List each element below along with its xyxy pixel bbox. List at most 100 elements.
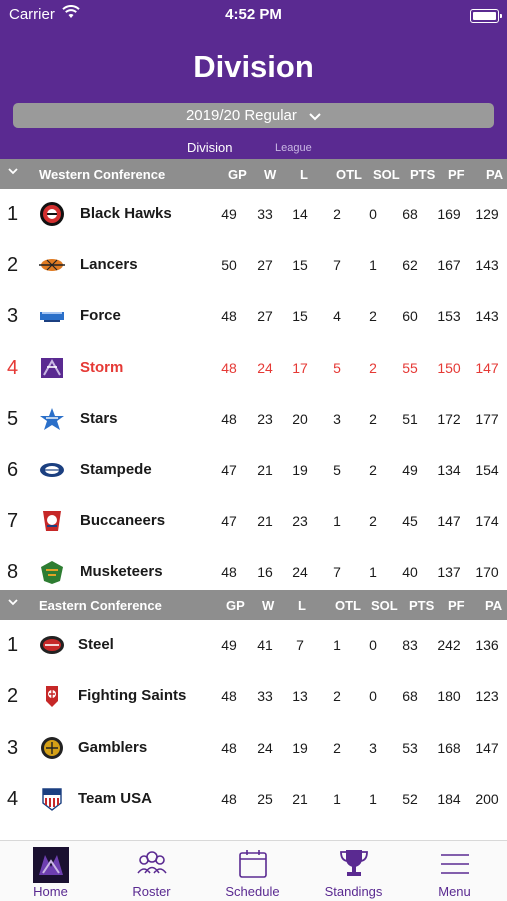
section-title: Western Conference [39,167,166,182]
column-header-sol: SOL [373,167,400,182]
stat-l: 13 [292,688,308,705]
status-bar: Carrier 4:52 PM [0,4,507,26]
rank-number: 6 [7,459,19,481]
standings-row[interactable]: 1 Black Hawks 49 33 14 2 0 68 169 129 [0,189,507,240]
standings-row[interactable]: 2 Lancers 50 27 15 7 1 62 167 143 [0,240,507,291]
section-header-eastern[interactable]: Eastern Conference GP W L OTL SOL PTS PF… [0,590,507,620]
stat-pf: 150 [437,359,461,376]
stat-gp: 47 [221,513,237,530]
nav-standings[interactable]: Standings [303,841,404,901]
stat-l: 7 [296,637,304,653]
stat-otl: 2 [333,688,341,705]
standings-row[interactable]: 2 Fighting Saints 48 33 13 2 0 68 180 123 [0,671,507,722]
standings-row[interactable]: 1 Steel 49 41 7 1 0 83 242 136 [0,620,507,671]
stat-pts: 83 [402,637,418,653]
stat-sol: 2 [369,308,377,325]
standings-row[interactable]: 6 Stampede 47 21 19 5 2 49 134 154 [0,445,507,496]
column-header-pts: PTS [409,598,435,613]
home-logo-icon [33,847,69,883]
stat-pa: 136 [475,637,499,653]
column-header-w: W [264,167,277,182]
stat-sol: 3 [369,739,377,756]
standings-row[interactable]: 7 Buccaneers 47 21 23 1 2 45 147 174 [0,496,507,547]
chevron-down-icon [7,165,19,180]
standings-row[interactable]: 4 Team USA 48 25 21 1 1 52 184 200 [0,774,507,825]
stat-otl: 1 [333,790,341,807]
stat-pf: 167 [437,257,461,274]
stat-gp: 49 [221,206,237,222]
stars-logo [38,406,66,432]
standings-row[interactable]: 3 Force 48 27 15 4 2 60 153 143 [0,291,507,342]
team-usa-logo [38,786,66,812]
stat-l: 19 [292,462,308,478]
rank-number: 3 [7,736,19,759]
stat-pa: 143 [475,308,499,325]
rank-number: 7 [7,510,19,533]
team-name: Storm [80,358,124,376]
musketeers-logo [38,559,66,585]
stat-w: 24 [257,739,273,756]
trophy-icon [340,850,368,876]
stat-sol: 0 [369,637,377,653]
tab-division[interactable]: Division [187,140,233,155]
column-header-gp: GP [228,167,247,182]
stat-pf: 134 [437,462,461,478]
stat-pa: 147 [475,359,499,376]
stat-pts: 62 [402,257,418,274]
stat-pts: 68 [402,206,418,222]
stat-pa: 143 [475,257,499,274]
section-title: Eastern Conference [39,598,162,613]
stat-pts: 40 [402,564,418,581]
nav-home-label: Home [33,884,68,899]
nav-schedule-label: Schedule [225,884,280,899]
stat-sol: 0 [369,688,377,705]
standings-row[interactable]: 3 Gamblers 48 24 19 2 3 53 168 147 [0,723,507,774]
stat-gp: 50 [221,257,237,274]
rank-number: 2 [7,685,19,708]
nav-schedule[interactable]: Schedule [202,841,303,901]
stat-sol: 2 [369,359,377,376]
stat-sol: 1 [369,257,377,274]
clock: 4:52 PM [225,6,282,23]
section-header-western[interactable]: Western Conference GP W L OTL SOL PTS PF… [0,159,507,189]
stat-pts: 51 [402,410,418,427]
team-name: Team USA [78,789,152,807]
standings-row[interactable]: 5 Stars 48 23 20 3 2 51 172 177 [0,394,507,445]
season-selector[interactable]: 2019/20 Regular [13,103,494,128]
stat-w: 23 [257,410,273,427]
team-name: Stars [80,409,118,427]
rank-number: 8 [7,561,19,584]
stat-pf: 242 [437,637,461,653]
rank-number: 5 [7,407,19,430]
stat-pf: 184 [437,790,461,807]
stat-pa: 123 [475,688,499,705]
tab-league[interactable]: League [275,142,312,154]
stat-gp: 48 [221,359,237,376]
column-header-pa: PA [485,598,503,613]
stat-pts: 49 [402,462,418,478]
team-name: Gamblers [78,738,148,756]
team-name: Steel [78,636,114,653]
column-header-w: W [262,598,275,613]
stat-l: 14 [292,206,308,222]
stat-w: 25 [257,790,273,807]
stat-otl: 4 [333,308,341,325]
rank-number: 4 [7,356,19,379]
stat-sol: 0 [369,206,377,222]
team-name: Buccaneers [80,512,166,530]
nav-roster[interactable]: Roster [101,841,202,901]
stat-pa: 177 [475,410,499,427]
lancers-logo [38,252,66,278]
column-header-otl: OTL [336,167,362,182]
stat-gp: 48 [221,564,237,581]
nav-home[interactable]: Home [0,841,101,901]
black-hawks-logo [38,201,66,227]
nav-menu[interactable]: Menu [404,841,505,901]
menu-icon [441,854,469,874]
standings-row[interactable]: 4 Storm 48 24 17 5 2 55 150 147 [0,343,507,394]
stat-gp: 48 [221,790,237,807]
stat-sol: 1 [369,790,377,807]
chevron-down-icon [7,596,19,611]
stat-pf: 168 [437,739,461,756]
team-name: Stampede [80,461,152,478]
